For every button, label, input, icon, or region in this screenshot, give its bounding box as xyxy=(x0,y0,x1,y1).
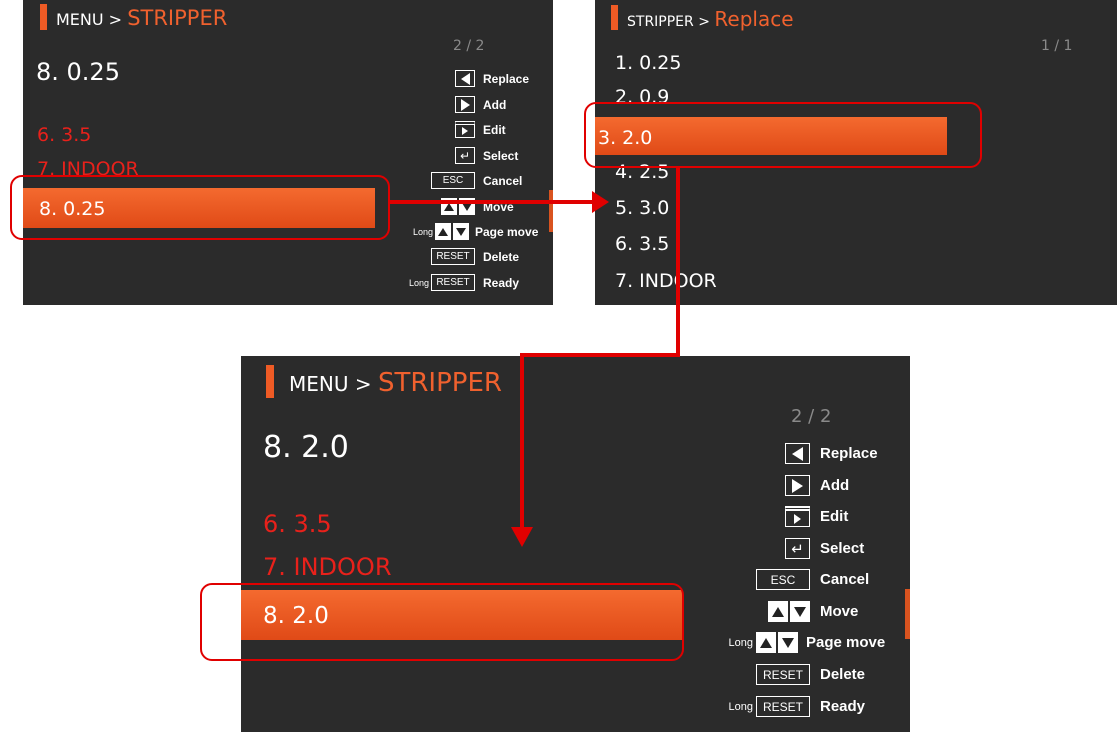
list-item[interactable]: 6. 3.5 xyxy=(263,510,332,538)
enter-key-icon: ↵ xyxy=(785,538,810,559)
breadcrumb: MENU > STRIPPER xyxy=(56,6,227,30)
current-value: 8. 0.25 xyxy=(36,58,120,86)
key-label-replace: Replace xyxy=(483,71,530,86)
page-indicator: 1 / 1 xyxy=(1041,38,1073,54)
list-item[interactable]: 1. 0.25 xyxy=(615,52,681,74)
key-label-select: Select xyxy=(820,540,865,557)
key-label-cancel: Cancel xyxy=(483,173,523,188)
breadcrumb-prefix: MENU > xyxy=(289,372,372,396)
arrow-connector-line xyxy=(389,200,594,204)
key-label-add: Add xyxy=(820,477,850,494)
left-arrow-key-icon xyxy=(455,70,475,87)
breadcrumb-current: Replace xyxy=(714,7,794,31)
up-arrow-key-icon xyxy=(756,632,776,653)
list-item[interactable]: 7. INDOOR xyxy=(263,553,392,581)
key-label-page-move: Page move xyxy=(475,224,539,239)
page-indicator: 2 / 2 xyxy=(453,38,485,54)
long-press-label: Long xyxy=(408,277,429,288)
scroll-edge-tab xyxy=(905,589,910,639)
screen-stripper-menu-before: MENU > STRIPPER 2 / 2 8. 0.25 6. 3.5 7. … xyxy=(23,0,553,305)
key-label-select: Select xyxy=(483,148,519,163)
screen-stripper-menu-after: MENU > STRIPPER 2 / 2 8. 2.0 6. 3.5 7. I… xyxy=(241,356,910,732)
key-label-cancel: Cancel xyxy=(820,571,870,588)
page-indicator: 2 / 2 xyxy=(791,406,832,427)
enter-key-icon: ↵ xyxy=(455,147,475,164)
key-row-edit: Edit xyxy=(455,121,540,138)
reset-key-icon: RESET xyxy=(431,248,475,265)
key-row-replace: Replace xyxy=(785,443,890,464)
right-arrow-key-icon xyxy=(785,475,810,496)
long-press-label: Long xyxy=(728,700,753,713)
key-label-page-move: Page move xyxy=(806,634,886,651)
down-arrow-key-icon xyxy=(790,601,810,622)
up-arrow-key-icon xyxy=(435,223,451,240)
key-row-page-move: Long Page move xyxy=(729,632,890,653)
highlight-outline-screen1 xyxy=(10,175,390,240)
up-arrow-key-icon xyxy=(768,601,788,622)
highlight-outline-screen3 xyxy=(200,583,684,661)
arrow-connector-line xyxy=(520,353,524,528)
key-row-cancel: ESC Cancel xyxy=(431,172,540,189)
key-row-page-move: Long Page move xyxy=(413,223,540,240)
key-row-replace: Replace xyxy=(455,70,540,87)
key-row-move: Move xyxy=(768,601,890,622)
list-item[interactable]: 5. 3.0 xyxy=(615,197,669,219)
breadcrumb: MENU > STRIPPER xyxy=(289,368,502,398)
esc-key-icon: ESC xyxy=(756,569,810,590)
key-label-edit: Edit xyxy=(820,508,849,525)
key-label-replace: Replace xyxy=(820,445,878,462)
key-label-move: Move xyxy=(820,603,859,620)
key-label-delete: Delete xyxy=(820,666,866,683)
current-value: 8. 2.0 xyxy=(263,430,349,465)
key-label-delete: Delete xyxy=(483,249,520,264)
title-accent-bar xyxy=(40,4,47,30)
esc-key-icon: ESC xyxy=(431,172,475,189)
key-row-ready: Long RESET Ready xyxy=(729,696,890,717)
arrow-down-head-icon xyxy=(511,527,533,547)
key-row-select: ↵ Select xyxy=(785,538,890,559)
key-row-add: Add xyxy=(785,475,890,496)
arrow-right-head-icon xyxy=(592,191,609,213)
key-row-edit: Edit xyxy=(785,506,890,527)
key-row-add: Add xyxy=(455,96,540,113)
key-row-select: ↵ Select xyxy=(455,147,540,164)
key-label-ready: Ready xyxy=(820,698,866,715)
arrow-connector-line xyxy=(676,167,680,357)
key-row-cancel: ESC Cancel xyxy=(756,569,890,590)
highlight-outline-screen2 xyxy=(584,102,982,168)
key-label-ready: Ready xyxy=(483,275,520,290)
key-label-add: Add xyxy=(483,97,507,112)
list-item[interactable]: 6. 3.5 xyxy=(615,233,669,255)
long-press-label: Long xyxy=(728,636,753,649)
reset-key-icon: RESET xyxy=(756,696,810,717)
title-accent-bar xyxy=(611,5,618,30)
key-row-delete: RESET Delete xyxy=(756,664,890,685)
right-arrow-key-icon xyxy=(455,96,475,113)
breadcrumb-current: STRIPPER xyxy=(377,368,502,398)
reset-key-icon: RESET xyxy=(431,274,475,291)
breadcrumb-prefix: MENU > xyxy=(56,10,123,29)
long-press-label: Long xyxy=(412,226,433,237)
key-label-edit: Edit xyxy=(483,122,506,137)
scroll-edge-tab xyxy=(549,190,553,232)
down-arrow-key-icon xyxy=(453,223,469,240)
key-row-ready: Long RESET Ready xyxy=(409,274,540,291)
edit-key-icon xyxy=(455,121,475,138)
edit-key-icon xyxy=(785,506,810,527)
reset-key-icon: RESET xyxy=(756,664,810,685)
breadcrumb: STRIPPER > Replace xyxy=(627,7,794,31)
arrow-connector-line xyxy=(520,353,680,357)
list-item[interactable]: 6. 3.5 xyxy=(37,124,91,146)
down-arrow-key-icon xyxy=(778,632,798,653)
key-row-delete: RESET Delete xyxy=(431,248,540,265)
breadcrumb-prefix: STRIPPER > xyxy=(627,14,710,30)
breadcrumb-current: STRIPPER xyxy=(127,6,228,30)
left-arrow-key-icon xyxy=(785,443,810,464)
list-item[interactable]: 7. INDOOR xyxy=(615,270,717,292)
title-accent-bar xyxy=(266,365,274,398)
